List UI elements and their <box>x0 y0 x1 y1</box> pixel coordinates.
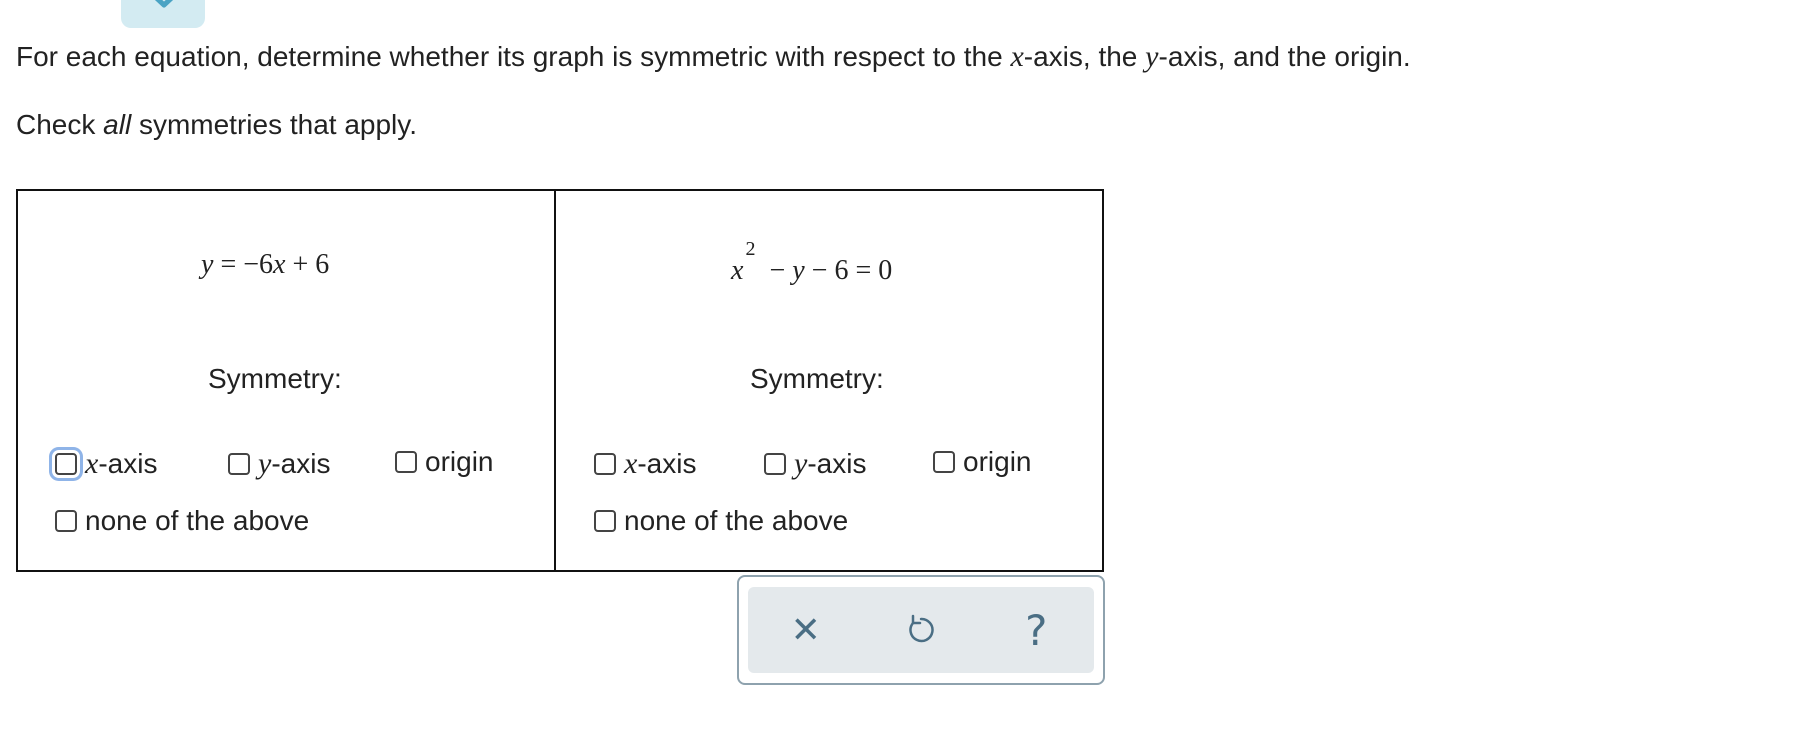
checkbox-x-axis-1[interactable] <box>55 453 77 475</box>
instruction-text: For each equation, determine whether its… <box>16 40 1411 73</box>
help-button[interactable]: ? <box>1012 605 1060 655</box>
checkbox-y-axis-1[interactable] <box>228 453 250 475</box>
check-all-note: Check all symmetries that apply. <box>16 109 417 140</box>
option-none-1[interactable]: none of the above <box>55 505 309 537</box>
toolbar-buttons: ✕ ? <box>748 587 1094 673</box>
checkbox-none-2[interactable] <box>594 510 616 532</box>
chevron-down-icon <box>154 0 174 8</box>
option-origin-1[interactable]: origin <box>395 446 493 478</box>
collapse-tab[interactable] <box>121 0 205 28</box>
checkbox-y-axis-2[interactable] <box>764 453 786 475</box>
problem-grid: y = −6x + 6 Symmetry: x -axis y -axis orig… <box>16 189 1104 572</box>
checkbox-origin-2[interactable] <box>933 451 955 473</box>
undo-button[interactable] <box>897 606 945 654</box>
checkbox-x-axis-2[interactable] <box>594 453 616 475</box>
undo-icon <box>909 614 934 643</box>
equation-2: x2− y − 6 = 0 <box>731 238 893 286</box>
option-origin-2[interactable]: origin <box>933 446 1031 478</box>
option-y-axis-2[interactable]: y -axis <box>764 447 866 481</box>
option-x-axis-1[interactable]: x -axis <box>55 447 157 481</box>
option-none-2[interactable]: none of the above <box>594 505 848 537</box>
equation-1: y = −6x + 6 <box>201 249 330 280</box>
option-x-axis-2[interactable]: x -axis <box>594 447 696 481</box>
checkbox-none-1[interactable] <box>55 510 77 532</box>
help-icon: ? <box>1025 605 1048 655</box>
problem-cell-2: x2− y − 6 = 0 Symmetry: x -axis y -axis or… <box>556 191 1102 570</box>
checkbox-origin-1[interactable] <box>395 451 417 473</box>
symmetry-label-2: Symmetry: <box>750 363 884 394</box>
option-y-axis-1[interactable]: y -axis <box>228 447 330 481</box>
answer-toolbar: ✕ ? <box>737 575 1105 685</box>
symmetry-label-1: Symmetry: <box>208 363 342 394</box>
problem-cell-1: y = −6x + 6 Symmetry: x -axis y -axis orig… <box>18 191 556 570</box>
clear-button[interactable]: ✕ <box>782 606 830 654</box>
close-icon: ✕ <box>790 609 821 651</box>
